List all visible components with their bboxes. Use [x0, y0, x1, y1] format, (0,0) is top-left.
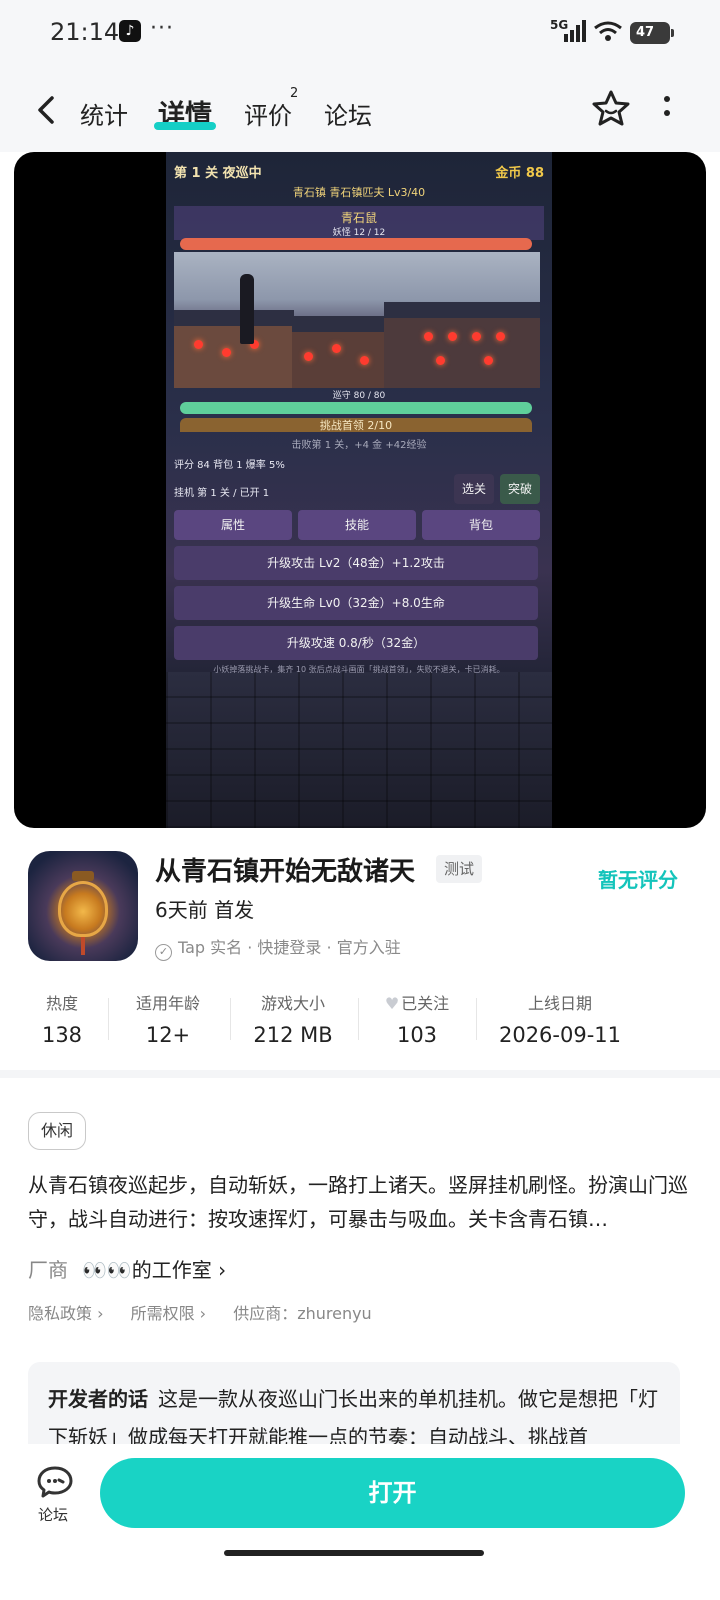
verification-text: Tap 实名 · 快捷登录 · 官方入驻 [178, 938, 401, 957]
stat-popularity: 热度 138 [28, 990, 96, 1047]
wifi-icon [594, 21, 622, 41]
cobblestone-ground [166, 672, 552, 828]
upgrade-speed-button: 升级攻速 0.8/秒（32金） [174, 626, 538, 660]
status-time: 21:14 [50, 18, 120, 46]
stat-label-text: 已关注 [401, 994, 450, 1013]
battery-icon: 47 [630, 22, 674, 44]
skills-tab: 技能 [298, 510, 416, 540]
enemy-hp-bar [180, 238, 532, 250]
game-screenshot: 第 1 关 夜巡中 金币 88 青石镇 青石镇匹夫 Lv3/40 青石鼠 妖怪 … [166, 152, 552, 828]
vendor-name[interactable]: 👀👀的工作室 › [82, 1258, 226, 1282]
game-level-label: 第 1 关 夜巡中 [174, 166, 262, 181]
bottom-action-bar: 论坛 打开 [0, 1444, 720, 1600]
release-info: 6天前 首发 [155, 898, 255, 922]
forum-label[interactable]: 论坛 [38, 1504, 68, 1525]
kill-reward-text: 击败第 1 关，+4 金 +42经验 [291, 440, 427, 451]
stat-value: 2026-09-11 [498, 1023, 622, 1047]
stat-value: 212 MB [253, 1023, 333, 1047]
stat-followers[interactable]: ♥ 已关注 103 [372, 990, 462, 1047]
stat-label: ♥ 已关注 [372, 990, 462, 1014]
reviews-count-badge: 2 [290, 86, 299, 101]
stat-value: 103 [396, 1023, 438, 1047]
guard-hp-label: 巡守 80 / 80 [332, 391, 386, 401]
select-stage-button: 选关 [454, 474, 494, 504]
screenshot-carousel[interactable]: 第 1 关 夜巡中 金币 88 青石镇 青石镇匹夫 Lv3/40 青石鼠 妖怪 … [14, 152, 706, 828]
genre-tag[interactable]: 休闲 [28, 1112, 87, 1150]
idle-stage-text: 挂机 第 1 关 / 已开 1 [174, 488, 270, 499]
upgrade-attack-button: 升级攻击 Lv2（48金）+1.2攻击 [174, 546, 538, 580]
top-nav: 统计 详情 评价 2 论坛 [0, 66, 720, 152]
stat-value: 138 [41, 1023, 83, 1047]
more-options-icon[interactable] [658, 96, 676, 126]
section-divider [0, 1070, 720, 1078]
active-tab-indicator [154, 122, 216, 130]
stat-value: 12+ [145, 1023, 191, 1047]
favorite-star-icon[interactable] [590, 88, 632, 130]
home-indicator[interactable] [224, 1550, 484, 1556]
supplier-text: 供应商：zhurenyu [233, 1304, 372, 1323]
back-icon[interactable] [28, 90, 64, 130]
open-button[interactable]: 打开 [100, 1458, 685, 1528]
policy-links: 隐私政策 › 所需权限 › 供应商：zhurenyu [28, 1300, 394, 1324]
stat-label: 适用年龄 [135, 994, 200, 1013]
tab-forum[interactable]: 论坛 [324, 96, 372, 131]
attributes-tab: 属性 [174, 510, 292, 540]
divider [230, 998, 231, 1040]
divider [108, 998, 109, 1040]
app-title: 从青石镇开始无敌诸天 [155, 857, 416, 887]
signal-icon [564, 20, 586, 42]
enemy-hp-label: 妖怪 12 / 12 [332, 228, 386, 238]
enemy-name: 青石鼠 [340, 211, 377, 225]
heart-icon: ♥ [384, 994, 400, 1013]
stat-label: 上线日期 [527, 994, 592, 1013]
divider [358, 998, 359, 1040]
verification-info: ✓ Tap 实名 · 快捷登录 · 官方入驻 [155, 934, 401, 961]
tab-stats[interactable]: 统计 [80, 96, 128, 131]
game-gold-label: 金币 88 [495, 166, 544, 181]
stat-age-rating: 适用年龄 12+ [126, 990, 210, 1047]
game-tip-text: 小妖掉落挑战卡，集齐 10 张后点战斗画面「挑战首领」，失败不退关，卡已消耗。 [213, 665, 505, 674]
player-stats-text: 评分 84 背包 1 爆率 5% [174, 460, 285, 471]
app-icon [28, 851, 138, 961]
test-badge: 测试 [436, 855, 483, 883]
tiktok-icon: ♪ [119, 20, 141, 42]
challenge-boss-button: 挑战首领 2/10 [180, 418, 532, 432]
status-more-icon: ··· [150, 16, 174, 41]
status-bar: 21:14 ♪ ··· 5G 47 [0, 0, 720, 66]
upgrade-hp-button: 升级生命 Lv0（32金）+8.0生命 [174, 586, 538, 620]
divider [476, 998, 477, 1040]
tab-reviews[interactable]: 评价 [244, 96, 292, 131]
developer-note-title: 开发者的话 [48, 1387, 148, 1411]
breakthrough-button: 突破 [500, 474, 540, 504]
vendor-row[interactable]: 厂商 👀👀的工作室 › [28, 1254, 226, 1283]
vendor-label: 厂商 [28, 1258, 68, 1282]
forum-icon[interactable] [36, 1464, 74, 1500]
check-circle-icon: ✓ [155, 944, 172, 961]
stats-row: 热度 138 适用年龄 12+ 游戏大小 212 MB ♥ 已关注 103 上线日… [0, 990, 720, 1060]
privacy-policy-link[interactable]: 隐私政策 › [28, 1304, 104, 1323]
rating-label: 暂无评分 [598, 868, 678, 892]
permissions-link[interactable]: 所需权限 › [131, 1304, 207, 1323]
town-scene-image [174, 252, 540, 388]
stat-label: 游戏大小 [260, 994, 325, 1013]
bag-tab: 背包 [422, 510, 540, 540]
stat-game-size: 游戏大小 212 MB [248, 990, 338, 1047]
guard-hp-bar [180, 402, 532, 414]
stat-launch-date: 上线日期 2026-09-11 [496, 990, 624, 1047]
game-description[interactable]: 从青石镇夜巡起步，自动斩妖，一路打上诸天。竖屏挂机刷怪。扮演山门巡守，战斗自动进… [28, 1168, 688, 1236]
stat-label: 热度 [45, 994, 78, 1013]
enemy-panel: 青石鼠 妖怪 12 / 12 [174, 206, 544, 240]
game-location-label: 青石镇 青石镇匹夫 Lv3/40 [292, 186, 426, 199]
